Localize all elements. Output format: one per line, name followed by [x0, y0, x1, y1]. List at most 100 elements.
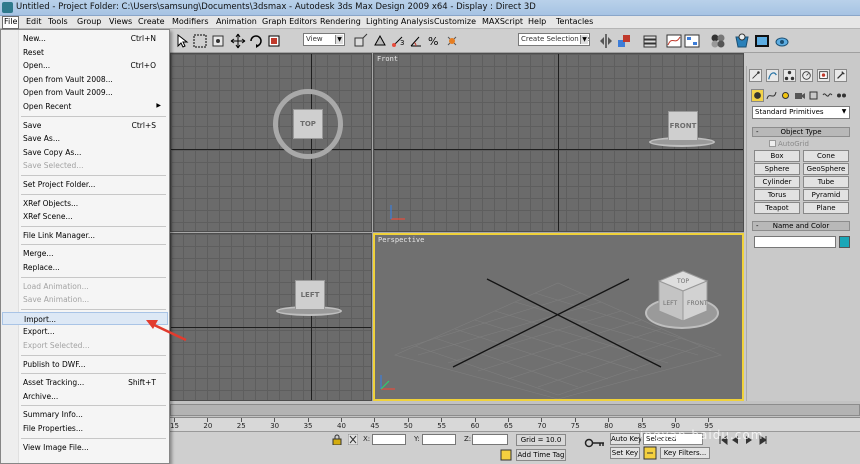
file-menu-item-file-link-manager[interactable]: File Link Manager...	[2, 229, 168, 242]
render-setup-icon[interactable]	[734, 33, 750, 49]
lights-category-icon[interactable]	[779, 89, 792, 102]
rendered-frame-window-icon[interactable]	[754, 33, 770, 49]
file-menu-item-xref-objects[interactable]: XRef Objects...	[2, 197, 168, 210]
cylinder-button[interactable]: Cylinder	[754, 176, 800, 188]
time-tag-icon[interactable]	[500, 449, 512, 461]
menu-edit[interactable]: Edit	[26, 17, 42, 26]
plane-button[interactable]: Plane	[803, 202, 849, 214]
front-viewport[interactable]: Front FRONT	[373, 53, 744, 232]
add-time-tag-button[interactable]: Add Time Tag	[516, 449, 566, 461]
menu-create[interactable]: Create	[138, 17, 165, 26]
set-key-button[interactable]: Set Key	[610, 447, 640, 459]
viewcube-perspective[interactable]: TOP LEFT FRONT	[657, 269, 709, 323]
pivot-center-icon[interactable]	[352, 33, 368, 49]
auto-key-button[interactable]: Auto Key	[610, 433, 642, 445]
file-menu-item-set-project-folder[interactable]: Set Project Folder...	[2, 178, 168, 191]
layer-manager-icon[interactable]	[642, 33, 658, 49]
material-editor-icon[interactable]	[710, 33, 726, 49]
pyramid-button[interactable]: Pyramid	[803, 189, 849, 201]
time-slider-track[interactable]	[170, 404, 860, 416]
object-type-rollout-header[interactable]: - Object Type	[752, 127, 850, 137]
region-select-icon[interactable]	[192, 33, 208, 49]
file-menu-item-archive[interactable]: Archive...	[2, 390, 168, 403]
file-menu-item-view-image-file[interactable]: View Image File...	[2, 441, 168, 454]
file-menu-item-open-recent[interactable]: Open Recent ▶	[2, 100, 168, 113]
menu-file[interactable]: File	[2, 16, 20, 29]
modify-tab-icon[interactable]	[766, 69, 779, 82]
geosphere-button[interactable]: GeoSphere	[803, 163, 849, 175]
scale-icon[interactable]	[266, 33, 282, 49]
shapes-category-icon[interactable]	[765, 89, 778, 102]
viewcube-top[interactable]: TOP	[293, 109, 323, 139]
sphere-button[interactable]: Sphere	[754, 163, 800, 175]
spinner-snap-icon[interactable]	[444, 33, 460, 49]
menu-graph-editors[interactable]: Graph Editors	[262, 17, 317, 26]
viewcube-left[interactable]: LEFT	[295, 280, 325, 310]
left-viewport[interactable]: LEFT	[170, 233, 372, 401]
name-color-rollout-header[interactable]: - Name and Color	[752, 221, 850, 231]
menu-animation[interactable]: Animation	[216, 17, 257, 26]
move-icon[interactable]	[230, 33, 246, 49]
menu-tentacles[interactable]: Tentacles	[556, 17, 593, 26]
file-menu-item-asset-tracking[interactable]: Asset Tracking... Shift+T	[2, 376, 168, 389]
file-menu-item-open-from-vault-2009[interactable]: Open from Vault 2009...	[2, 86, 168, 99]
spacewarps-category-icon[interactable]	[821, 89, 834, 102]
selection-lock-icon[interactable]	[332, 434, 342, 445]
menu-help[interactable]: Help	[528, 17, 546, 26]
file-menu-item-replace[interactable]: Replace...	[2, 261, 168, 274]
angle-snap-icon[interactable]	[408, 33, 424, 49]
z-coordinate-input[interactable]	[472, 434, 508, 445]
file-menu-item-merge[interactable]: Merge...	[2, 247, 168, 260]
rotate-icon[interactable]	[248, 33, 264, 49]
box-button[interactable]: Box	[754, 150, 800, 162]
cameras-category-icon[interactable]	[793, 89, 806, 102]
align-icon[interactable]	[616, 33, 632, 49]
select-icon[interactable]	[174, 33, 190, 49]
app-icon[interactable]	[2, 2, 13, 13]
menu-maxscript[interactable]: MAXScript	[482, 17, 523, 26]
file-menu-item-reset[interactable]: Reset	[2, 46, 168, 59]
file-menu-item-save-as[interactable]: Save As...	[2, 132, 168, 145]
file-menu-item-xref-scene[interactable]: XRef Scene...	[2, 210, 168, 223]
y-coordinate-input[interactable]	[422, 434, 456, 445]
viewcube-front[interactable]: FRONT	[668, 111, 698, 141]
perspective-viewport[interactable]: Perspective TOP LEFT FRONT	[373, 233, 744, 401]
helpers-category-icon[interactable]	[807, 89, 820, 102]
file-menu-item-open-from-vault-2008[interactable]: Open from Vault 2008...	[2, 73, 168, 86]
object-color-swatch[interactable]	[839, 236, 850, 248]
create-tab-icon[interactable]	[749, 69, 762, 82]
menu-rendering[interactable]: Rendering	[320, 17, 361, 26]
motion-tab-icon[interactable]	[800, 69, 813, 82]
absolute-mode-icon[interactable]	[348, 434, 358, 445]
reference-coordinate-dropdown[interactable]: View ▼	[303, 33, 345, 46]
mirror-icon[interactable]	[598, 33, 614, 49]
menu-tools[interactable]: Tools	[48, 17, 68, 26]
systems-category-icon[interactable]	[835, 89, 848, 102]
tube-button[interactable]: Tube	[803, 176, 849, 188]
curve-editor-icon[interactable]	[666, 33, 682, 49]
primitive-category-dropdown[interactable]: Standard Primitives ▼	[752, 106, 850, 119]
window-crossing-icon[interactable]	[210, 33, 226, 49]
torus-button[interactable]: Torus	[754, 189, 800, 201]
file-menu-item-save-copy-as[interactable]: Save Copy As...	[2, 146, 168, 159]
file-menu-item-file-properties[interactable]: File Properties...	[2, 422, 168, 435]
schematic-view-icon[interactable]	[684, 33, 700, 49]
key-filters-button[interactable]: Key Filters...	[660, 447, 710, 459]
file-menu-item-open[interactable]: Open... Ctrl+O	[2, 59, 168, 72]
named-selection-sets-dropdown[interactable]: Create Selection Set ▼	[518, 33, 590, 46]
file-menu-item-summary-info[interactable]: Summary Info...	[2, 408, 168, 421]
teapot-button[interactable]: Teapot	[754, 202, 800, 214]
x-coordinate-input[interactable]	[372, 434, 406, 445]
select-manipulate-icon[interactable]	[372, 33, 388, 49]
top-viewport[interactable]: TOP	[170, 53, 372, 232]
object-name-input[interactable]	[754, 236, 836, 248]
key-icon[interactable]	[584, 437, 606, 449]
file-menu-item-publish-to-dwf[interactable]: Publish to DWF...	[2, 358, 168, 371]
set-keys-icon[interactable]	[643, 446, 657, 460]
menu-group[interactable]: Group	[77, 17, 101, 26]
utilities-tab-icon[interactable]	[834, 69, 847, 82]
cone-button[interactable]: Cone	[803, 150, 849, 162]
hierarchy-tab-icon[interactable]	[783, 69, 796, 82]
front-viewport-label[interactable]: Front	[377, 55, 398, 63]
percent-snap-icon[interactable]: %	[426, 33, 442, 49]
